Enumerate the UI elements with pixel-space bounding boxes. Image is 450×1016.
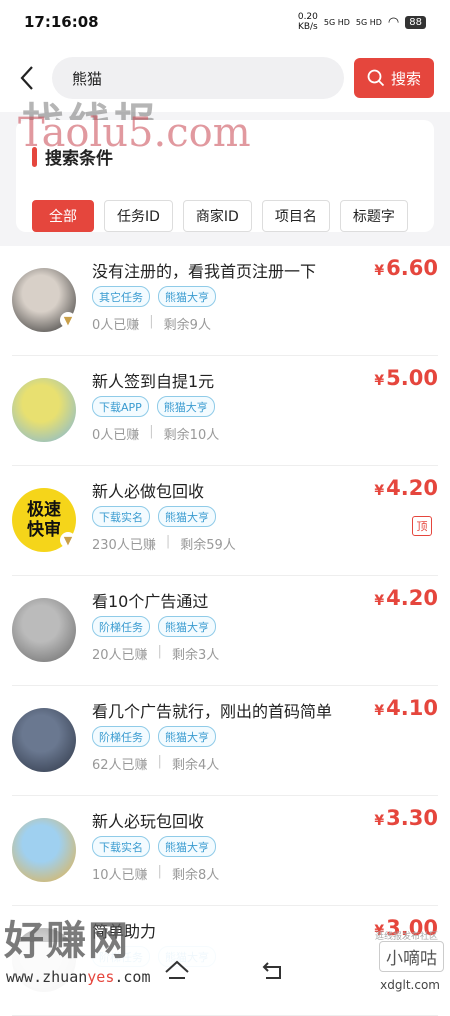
task-price: ¥4.20	[374, 476, 438, 500]
task-price: ¥3.00	[374, 916, 438, 940]
chip-all[interactable]: 全部	[32, 200, 94, 232]
search-button[interactable]: 搜索	[354, 58, 434, 98]
verified-badge-icon: ▼	[60, 312, 76, 328]
task-title: 没有注册的，看我首页注册一下	[92, 262, 317, 281]
remaining-count: 剩余9人	[163, 318, 211, 333]
task-stats: 20人已赚 | 剩余3人	[92, 644, 219, 663]
task-title: 简单助力	[92, 922, 157, 941]
task-price: ¥4.10	[374, 696, 438, 720]
task-tags: 阶梯任务熊猫大亨	[92, 616, 216, 637]
home-icon[interactable]	[164, 960, 190, 982]
task-item[interactable]: ▼ 没有注册的，看我首页注册一下 其它任务 熊猫大亨 0人已赚 | 剩余9人 ¥6.60	[12, 246, 438, 356]
divider: |	[165, 534, 171, 549]
task-tag: 下载实名	[92, 506, 150, 527]
verified-badge-icon: ▼	[60, 532, 76, 548]
earned-count: 20人已赚	[92, 648, 148, 663]
remaining-count: 剩余10人	[163, 428, 220, 443]
task-tags: 阶梯任务熊猫大亨	[92, 726, 216, 747]
task-tags: 其它任务 熊猫大亨	[92, 286, 216, 307]
pinned-badge: 顶	[412, 516, 432, 536]
task-price: ¥3.30	[374, 806, 438, 830]
task-title: 看10个广告通过	[92, 592, 209, 611]
status-icons: 0.20 KB/s 5G HD 5G HD ◠ 88	[298, 12, 426, 32]
search-field[interactable]	[52, 57, 344, 99]
remaining-count: 剩余8人	[171, 868, 220, 883]
earned-count: 10人已赚	[92, 868, 148, 883]
task-title: 新人必玩包回收	[92, 812, 205, 831]
avatar-anime-sketch	[12, 598, 76, 662]
task-tag: 下载实名	[92, 836, 150, 857]
chevron-left-icon	[20, 66, 33, 90]
status-bar: 17:16:08 0.20 KB/s 5G HD 5G HD ◠ 88	[0, 0, 450, 44]
earned-count: 0人已赚	[92, 318, 140, 333]
task-item[interactable]: 看10个广告通过 阶梯任务 熊猫大亨 20人已赚 | 剩余3人 ¥4.20	[12, 576, 438, 686]
search-input[interactable]	[70, 68, 344, 88]
back-button[interactable]	[10, 58, 44, 98]
divider: |	[157, 644, 162, 659]
avatar-car-seat	[12, 708, 76, 772]
task-stats: 0人已赚 | 剩余9人	[92, 314, 211, 333]
divider: |	[149, 314, 154, 329]
remaining-count: 剩余59人	[180, 538, 236, 553]
task-item[interactable]: 看几个广告就行，刚出的首码简单 阶梯任务 熊猫大亨 62人已赚 | 剩余4人 ¥4.10	[12, 686, 438, 796]
task-tag: 阶梯任务	[92, 726, 150, 747]
task-list: ▼ 没有注册的，看我首页注册一下 其它任务 熊猫大亨 0人已赚 | 剩余9人 ¥6.60 新人签…	[0, 246, 450, 1016]
task-tag: 熊猫大亨	[158, 726, 216, 747]
earned-count: 62人已赚	[92, 758, 148, 773]
battery-icon: 88	[405, 15, 426, 29]
wifi-icon: ◠	[387, 14, 400, 30]
signal-icon-2: 5G HD	[355, 17, 382, 27]
earned-count: 230人已赚	[92, 538, 156, 553]
status-time: 17:16:08	[24, 13, 99, 31]
task-tag: 熊猫大亨	[158, 836, 216, 857]
net-speed: 0.20 KB/s	[297, 12, 318, 32]
task-title: 看几个广告就行，刚出的首码简单	[92, 702, 333, 721]
back-nav-icon[interactable]	[260, 960, 286, 982]
task-item[interactable]: 新人必玩包回收 下载实名 熊猫大亨 10人已赚 | 剩余8人 ¥3.30	[12, 796, 438, 906]
chip-title[interactable]: 标题字	[339, 200, 408, 232]
task-stats: 10人已赚 | 剩余8人	[92, 864, 219, 883]
task-stats: 0人已赚 | 剩余10人	[92, 424, 219, 443]
task-tag: 下载APP	[92, 396, 149, 417]
search-icon	[367, 69, 385, 87]
signal-icon-1: 5G HD	[323, 17, 350, 27]
chip-project-name[interactable]: 项目名	[261, 200, 330, 232]
task-tag: 其它任务	[92, 286, 150, 307]
task-stats: 62人已赚 | 剩余4人	[92, 754, 219, 773]
search-button-label: 搜索	[390, 69, 421, 88]
task-tag: 阶梯任务	[92, 616, 150, 637]
avatar-cartoon-girl-cap	[12, 378, 76, 442]
avatar-cartoon-girl-flowers	[12, 818, 76, 882]
task-tags: 下载APP 熊猫大亨	[92, 396, 215, 417]
task-tags: 下载实名 熊猫大亨	[92, 836, 216, 857]
divider: |	[149, 424, 154, 439]
remaining-count: 剩余4人	[171, 758, 220, 773]
task-tag: 熊猫大亨	[156, 396, 215, 417]
title-accent-bar	[32, 146, 37, 167]
chip-merchant-id[interactable]: 商家ID	[182, 200, 252, 232]
task-price: ¥5.00	[374, 366, 438, 390]
task-stats: 230人已赚 | 剩余59人	[92, 534, 236, 553]
system-navbar	[0, 942, 450, 1000]
earned-count: 0人已赚	[92, 428, 140, 443]
chip-task-id[interactable]: 任务ID	[104, 200, 173, 232]
search-header: 搜索 找线报	[0, 44, 450, 148]
filter-card: 搜索条件 全部 任务ID 商家ID 项目名 标题字	[16, 120, 434, 232]
task-tag: 熊猫大亨	[158, 506, 216, 527]
task-item[interactable]: 新人签到自提1元 下载APP 熊猫大亨 0人已赚 | 剩余10人 ¥5.00	[12, 356, 438, 466]
divider: |	[157, 864, 162, 879]
filter-title: 搜索条件	[32, 144, 418, 169]
task-tag: 熊猫大亨	[158, 286, 216, 307]
task-price: ¥4.20	[374, 586, 438, 610]
divider: |	[157, 754, 162, 769]
remaining-count: 剩余3人	[171, 648, 220, 663]
task-price: ¥6.60	[374, 256, 438, 280]
task-tags: 下载实名 熊猫大亨	[92, 506, 216, 527]
task-tag: 熊猫大亨	[158, 616, 216, 637]
task-title: 新人必做包回收	[92, 482, 205, 501]
task-title: 新人签到自提1元	[92, 372, 215, 391]
task-item[interactable]: 极速 快审 ▼ 新人必做包回收 下载实名 熊猫大亨 230人已赚 | 剩余59人 ¥4.20 顶	[12, 466, 438, 576]
filter-chips: 全部 任务ID 商家ID 项目名 标题字	[32, 200, 408, 232]
